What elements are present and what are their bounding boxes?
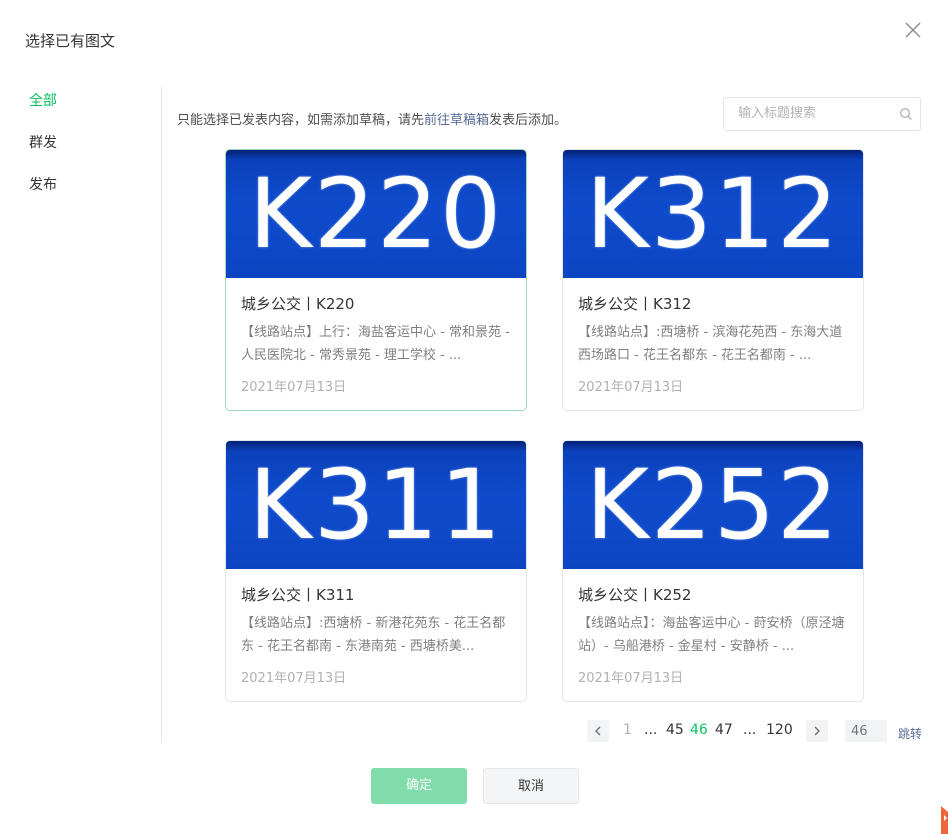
- page-ellipsis: ...: [644, 722, 658, 738]
- cover-route-number: K312: [585, 158, 841, 270]
- sidebar-item-mass-send[interactable]: 群发: [29, 132, 57, 152]
- pagination: 1 ... 45 46 47 ... 120 跳转: [0, 720, 948, 744]
- article-description: 【线路站点】:西塘桥 - 新港花苑东 - 花王名都东 - 花王名都南 - 东港南…: [241, 616, 506, 654]
- next-page-button[interactable]: [806, 720, 828, 742]
- page-next-number[interactable]: 47: [715, 722, 733, 738]
- article-card[interactable]: K252 城乡公交丨K252 【线路站点】：海盐客运中心 - 莳安桥（原泾塘站）…: [562, 440, 864, 702]
- dialog-title: 选择已有图文: [25, 32, 116, 50]
- search-box: [723, 97, 921, 131]
- article-title: 城乡公交丨K252: [578, 586, 692, 604]
- page-jump-button[interactable]: 跳转: [898, 725, 922, 742]
- page-ellipsis: ...: [743, 722, 757, 738]
- article-cover-image: K220: [226, 150, 526, 278]
- article-description: 【线路站点】:西塘桥 - 滨海花苑西 - 东海大道西场路口 - 花王名都东 - …: [578, 325, 843, 363]
- page-current: 46: [690, 722, 708, 738]
- search-input[interactable]: [738, 106, 888, 121]
- cancel-button[interactable]: 取消: [483, 768, 579, 804]
- corner-logo-icon: [941, 806, 948, 834]
- sidebar-divider: [161, 87, 162, 743]
- article-date: 2021年07月13日: [578, 671, 684, 686]
- notice-text: 只能选择已发表内容，如需添加草稿，请先前往草稿箱发表后添加。: [177, 109, 567, 128]
- article-date: 2021年07月13日: [241, 671, 347, 686]
- page-prev-number[interactable]: 45: [666, 722, 684, 738]
- article-title: 城乡公交丨K311: [241, 586, 355, 604]
- article-card[interactable]: K311 城乡公交丨K311 【线路站点】:西塘桥 - 新港花苑东 - 花王名都…: [225, 440, 527, 702]
- chevron-right-icon: [814, 726, 820, 736]
- article-cover-image: K312: [563, 150, 863, 278]
- notice-prefix: 只能选择已发表内容，如需添加草稿，请先: [177, 113, 425, 128]
- page-last[interactable]: 120: [766, 722, 793, 738]
- cover-route-number: K220: [248, 158, 504, 270]
- close-button[interactable]: [901, 18, 925, 42]
- confirm-button[interactable]: 确定: [371, 768, 467, 804]
- article-description: 【线路站点】：海盐客运中心 - 莳安桥（原泾塘站）- 乌船港桥 - 金星村 - …: [578, 616, 845, 654]
- article-card[interactable]: K220 城乡公交丨K220 【线路站点】上行：海盐客运中心 - 常和景苑 - …: [225, 149, 527, 411]
- sidebar-item-publish[interactable]: 发布: [29, 174, 57, 194]
- sidebar-item-all[interactable]: 全部: [29, 90, 57, 110]
- article-cover-image: K311: [226, 441, 526, 569]
- article-title: 城乡公交丨K312: [578, 295, 692, 313]
- page-first[interactable]: 1: [623, 722, 632, 738]
- go-to-drafts-link[interactable]: 前往草稿箱: [424, 113, 489, 128]
- page-jump-input[interactable]: [845, 720, 887, 742]
- article-description: 【线路站点】上行：海盐客运中心 - 常和景苑 - 人民医院北 - 常秀景苑 - …: [241, 325, 510, 363]
- close-icon: [905, 22, 921, 38]
- article-title: 城乡公交丨K220: [241, 295, 355, 313]
- article-card[interactable]: K312 城乡公交丨K312 【线路站点】:西塘桥 - 滨海花苑西 - 东海大道…: [562, 149, 864, 411]
- cover-route-number: K252: [585, 449, 841, 561]
- search-icon[interactable]: [899, 107, 913, 121]
- notice-suffix: 发表后添加。: [489, 113, 568, 128]
- chevron-left-icon: [595, 726, 601, 736]
- article-cover-image: K252: [563, 441, 863, 569]
- cover-route-number: K311: [248, 449, 504, 561]
- article-date: 2021年07月13日: [241, 380, 347, 395]
- article-date: 2021年07月13日: [578, 380, 684, 395]
- select-article-dialog: 选择已有图文 全部 群发 发布 只能选择已发表内容，如需添加草稿，请先前往草稿箱…: [0, 0, 948, 834]
- prev-page-button[interactable]: [587, 720, 609, 742]
